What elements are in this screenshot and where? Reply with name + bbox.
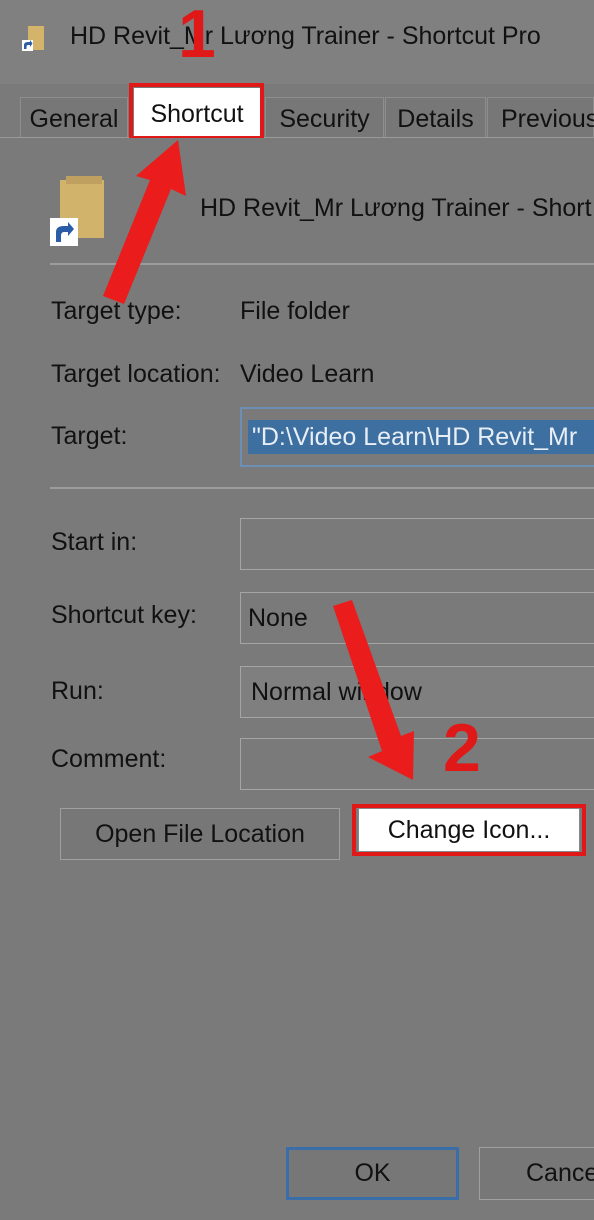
tab-general[interactable]: General [20, 97, 128, 137]
tab-security[interactable]: Security [265, 97, 384, 137]
comment-input[interactable] [240, 738, 594, 790]
ok-button[interactable]: OK [286, 1147, 459, 1200]
window-title: HD Revit_Mr Lương Trainer - Shortcut Pro [70, 22, 541, 50]
tab-shortcut[interactable]: Shortcut [134, 88, 260, 138]
target-input-selected-text[interactable]: "D:\Video Learn\HD Revit_Mr [248, 420, 594, 454]
shortcut-name: HD Revit_Mr Lương Trainer - Short [200, 194, 592, 222]
target-label: Target: [51, 422, 128, 450]
folder-icon [50, 176, 104, 246]
target-type-value: File folder [240, 297, 350, 325]
folder-shortcut-icon [22, 26, 44, 51]
start-in-label: Start in: [51, 528, 138, 556]
run-label: Run: [51, 677, 104, 705]
shortcut-key-label: Shortcut key: [51, 601, 197, 629]
shortcut-key-input[interactable]: None [240, 592, 594, 644]
tab-previous[interactable]: Previous [487, 97, 594, 137]
open-file-location-button[interactable]: Open File Location [60, 808, 340, 860]
tab-details[interactable]: Details [385, 97, 486, 137]
change-icon-button[interactable]: Change Icon... [358, 808, 580, 852]
target-type-label: Target type: [51, 297, 182, 325]
start-in-input[interactable] [240, 518, 594, 570]
divider-top [50, 263, 594, 265]
step1-number: 1 [178, 0, 216, 72]
comment-label: Comment: [51, 745, 167, 773]
divider-middle [50, 487, 594, 489]
target-location-label: Target location: [51, 360, 221, 388]
step2-number: 2 [443, 710, 481, 786]
target-location-value: Video Learn [240, 360, 375, 388]
run-select[interactable]: Normal window [240, 666, 594, 718]
cancel-button[interactable]: Cance [479, 1147, 594, 1200]
